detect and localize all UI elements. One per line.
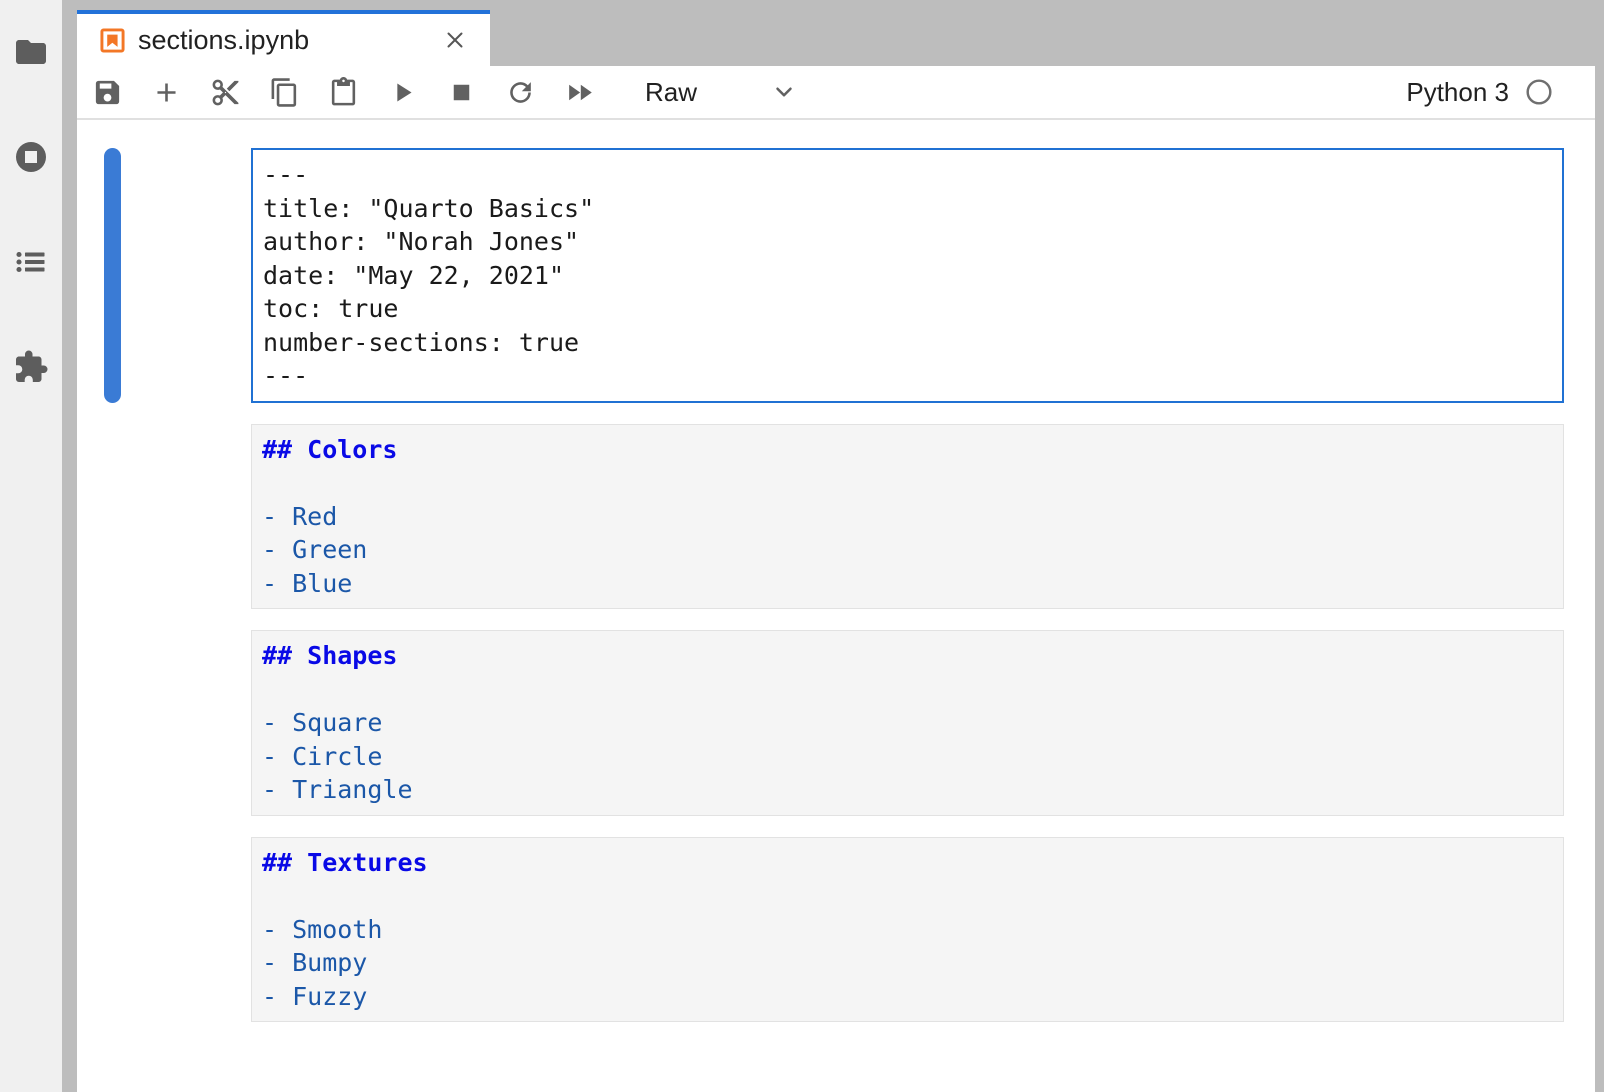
dock-panel-gap [62, 0, 77, 1092]
jupyterlab-window: sections.ipynb Raw Python 3 ---tit [0, 0, 1604, 1092]
cell-collapser[interactable] [104, 837, 121, 1023]
code-line [262, 466, 1553, 500]
notebook-area: ---title: "Quarto Basics"author: "Norah … [77, 120, 1595, 1092]
code-line [262, 673, 1553, 707]
insert-cell-below-button[interactable] [144, 70, 188, 114]
paste-cells-button[interactable] [321, 70, 365, 114]
cell-collapser[interactable] [104, 630, 121, 816]
sidebar-extension-manager-button[interactable] [9, 345, 53, 389]
fast-forward-icon [564, 77, 595, 108]
stop-icon [446, 77, 477, 108]
code-line: date: "May 22, 2021" [263, 259, 1552, 293]
toolbar-buttons [85, 70, 616, 114]
markdown-cell-2: ## Shapes - Square- Circle- Triangle [77, 630, 1595, 816]
folder-icon [13, 34, 49, 70]
activity-sidebar [0, 0, 62, 1092]
restart-icon [505, 77, 536, 108]
tab-sections-ipynb[interactable]: sections.ipynb [77, 10, 490, 66]
notebook-toolbar: Raw Python 3 [77, 66, 1595, 120]
code-line: ## Textures [262, 846, 1553, 880]
cell-input-prompt [121, 148, 251, 403]
tab-bar: sections.ipynb [77, 0, 1595, 66]
code-line: - Fuzzy [262, 980, 1553, 1014]
markdown-cell-1: ## Colors - Red- Green- Blue [77, 424, 1595, 610]
code-line: - Blue [262, 567, 1553, 601]
cell-collapser[interactable] [104, 424, 121, 610]
code-line: --- [263, 359, 1552, 393]
notebook-icon [99, 27, 126, 54]
code-line: - Green [262, 533, 1553, 567]
cell-type-select[interactable]: Raw [645, 77, 797, 108]
kernel-status-icon [1525, 78, 1553, 106]
close-icon[interactable] [440, 25, 470, 55]
code-line: - Smooth [262, 913, 1553, 947]
code-line: ## Colors [262, 433, 1553, 467]
restart-kernel-button[interactable] [498, 70, 542, 114]
chevron-down-icon [771, 79, 797, 105]
save-icon [92, 77, 123, 108]
code-line: --- [263, 158, 1552, 192]
markdown-cell-3: ## Textures - Smooth- Bumpy- Fuzzy [77, 837, 1595, 1023]
cell-input-prompt [121, 837, 251, 1023]
interrupt-kernel-button[interactable] [439, 70, 483, 114]
list-icon [13, 244, 49, 280]
sidebar-table-of-contents-button[interactable] [9, 240, 53, 284]
stop-circle-icon [13, 139, 49, 175]
code-line: - Circle [262, 740, 1553, 774]
kernel-area: Python 3 [1406, 77, 1595, 108]
sidebar-running-sessions-button[interactable] [9, 135, 53, 179]
cell-type-value: Raw [645, 77, 697, 108]
code-line: author: "Norah Jones" [263, 225, 1552, 259]
sidebar-file-browser-button[interactable] [9, 30, 53, 74]
markdown-cell-editor[interactable]: ## Textures - Smooth- Bumpy- Fuzzy [251, 837, 1564, 1023]
run-cell-button[interactable] [380, 70, 424, 114]
code-line: toc: true [263, 292, 1552, 326]
code-line [262, 879, 1553, 913]
tab-title: sections.ipynb [138, 25, 309, 56]
paste-icon [328, 77, 359, 108]
code-line: - Square [262, 706, 1553, 740]
cut-icon [210, 77, 241, 108]
code-line: - Triangle [262, 773, 1553, 807]
notebook-panel: sections.ipynb Raw Python 3 ---tit [77, 0, 1595, 1092]
kernel-name[interactable]: Python 3 [1406, 77, 1509, 108]
plus-icon [151, 77, 182, 108]
copy-cells-button[interactable] [262, 70, 306, 114]
code-line: number-sections: true [263, 326, 1552, 360]
raw-cell-0: ---title: "Quarto Basics"author: "Norah … [77, 148, 1595, 403]
copy-icon [269, 77, 300, 108]
code-line: - Bumpy [262, 946, 1553, 980]
code-line: ## Shapes [262, 639, 1553, 673]
code-line: title: "Quarto Basics" [263, 192, 1552, 226]
raw-cell-editor[interactable]: ---title: "Quarto Basics"author: "Norah … [251, 148, 1564, 403]
puzzle-icon [13, 349, 49, 385]
cut-cells-button[interactable] [203, 70, 247, 114]
code-line: - Red [262, 500, 1553, 534]
window-right-edge [1595, 0, 1604, 1092]
cell-input-prompt [121, 424, 251, 610]
markdown-cell-editor[interactable]: ## Colors - Red- Green- Blue [251, 424, 1564, 610]
markdown-cell-editor[interactable]: ## Shapes - Square- Circle- Triangle [251, 630, 1564, 816]
run-icon [387, 77, 418, 108]
save-notebook-button[interactable] [85, 70, 129, 114]
restart-and-run-all-button[interactable] [557, 70, 601, 114]
cell-collapser[interactable] [104, 148, 121, 403]
cell-input-prompt [121, 630, 251, 816]
